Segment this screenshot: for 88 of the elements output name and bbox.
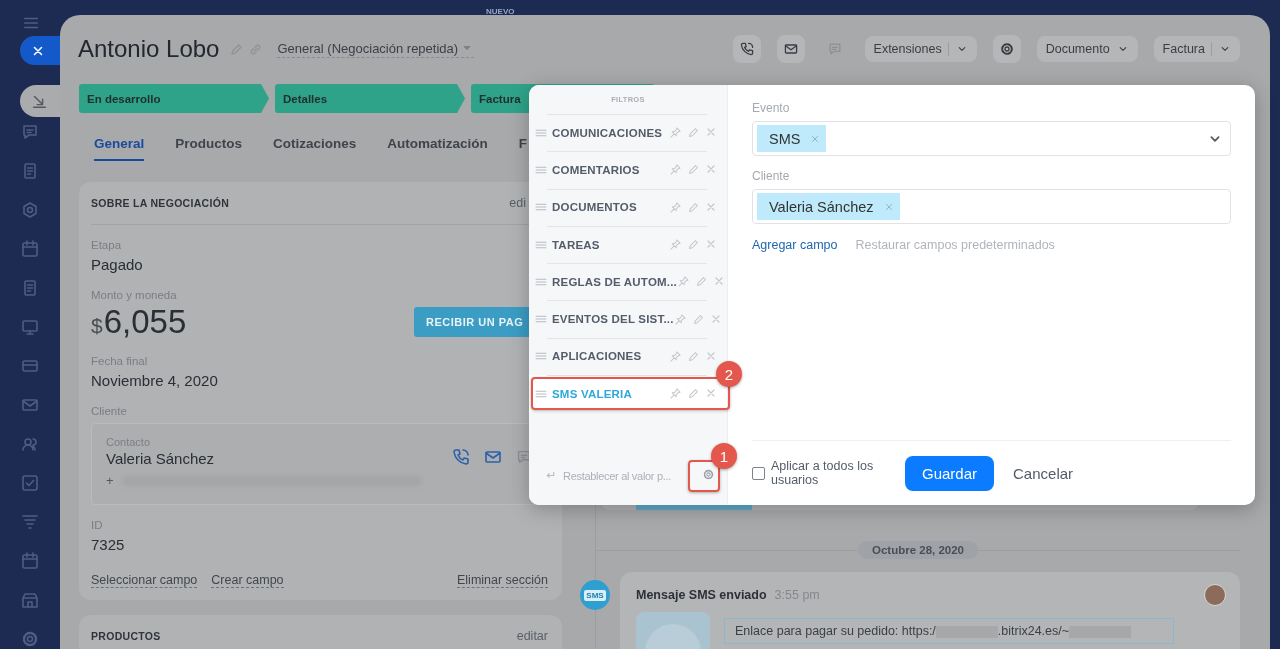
- pencil-icon[interactable]: [687, 200, 700, 214]
- pencil-icon[interactable]: [695, 275, 708, 289]
- filter-preset[interactable]: REGLAS DE AUTOM...: [529, 263, 727, 301]
- pencil-icon[interactable]: [687, 126, 700, 140]
- delete-section-link[interactable]: Eliminar sección: [457, 573, 548, 588]
- pipeline-dropdown[interactable]: General (Negociación repetida): [277, 40, 475, 58]
- settings-icon[interactable]: [702, 468, 715, 481]
- settings-icon[interactable]: [998, 41, 1015, 57]
- phone-icon[interactable]: [451, 446, 471, 467]
- filter-chip[interactable]: Valeria Sánchez: [757, 193, 900, 220]
- checkbox[interactable]: [752, 466, 765, 480]
- pin-icon[interactable]: [669, 200, 682, 214]
- edit-link[interactable]: edi: [509, 196, 526, 210]
- chat-icon[interactable]: [20, 122, 40, 142]
- stage-step[interactable]: En desarrollo: [79, 84, 269, 113]
- contact-name[interactable]: Valeria Sánchez: [106, 450, 215, 467]
- phone-button[interactable]: [732, 35, 761, 63]
- message-text: Enlace para pagar su pedido: https:/ .bitrix24.es/~: [724, 618, 1174, 644]
- pin-icon[interactable]: [673, 312, 687, 326]
- checkbox-label[interactable]: Aplicar a todos los usuarios: [771, 459, 892, 487]
- pencil-icon[interactable]: [687, 387, 700, 401]
- callout-badge: 2: [716, 361, 742, 387]
- pin-icon[interactable]: [669, 349, 682, 363]
- phone-icon[interactable]: [738, 41, 755, 57]
- entry-title: Mensaje SMS enviado: [636, 588, 767, 602]
- collapse-button[interactable]: [20, 85, 60, 117]
- field-link[interactable]: Seleccionar campo: [91, 573, 198, 588]
- store-icon[interactable]: [20, 590, 40, 610]
- sms-icon: SMS: [580, 580, 610, 610]
- remove-icon[interactable]: [883, 201, 894, 212]
- amount-value: 6,055: [103, 303, 187, 341]
- add-field-link[interactable]: Agregar campo: [752, 238, 838, 252]
- pencil-icon[interactable]: [687, 349, 700, 363]
- pencil-icon[interactable]: [691, 312, 705, 326]
- filter-preset[interactable]: COMENTARIOS: [529, 151, 727, 189]
- filter-preset[interactable]: TAREAS: [529, 225, 727, 264]
- section-title: SOBRE LA NEGOCIACIÓN: [91, 197, 230, 209]
- filter-preset[interactable]: DOCUMENTOS: [529, 188, 727, 226]
- filter-chip[interactable]: SMS: [757, 125, 827, 152]
- presentation-icon[interactable]: [20, 317, 40, 337]
- split-button[interactable]: Factura: [1153, 36, 1240, 62]
- tab[interactable]: F: [518, 127, 528, 161]
- tab[interactable]: Cotizaciones: [273, 127, 357, 161]
- calendar-icon[interactable]: [20, 551, 40, 571]
- currency-symbol: $: [91, 314, 103, 338]
- pin-icon[interactable]: [669, 126, 682, 140]
- remove-icon[interactable]: [810, 133, 821, 144]
- field-value: Noviembre 4, 2020: [91, 371, 218, 391]
- avatar: [1204, 584, 1226, 606]
- field-link[interactable]: Crear campo: [211, 573, 284, 588]
- save-button[interactable]: Guardar: [905, 455, 995, 491]
- calendar-icon[interactable]: [20, 239, 40, 259]
- pin-icon[interactable]: [677, 275, 690, 289]
- phone-prefix: +: [106, 473, 114, 488]
- settings-button[interactable]: [992, 35, 1021, 63]
- settings-icon[interactable]: [20, 629, 40, 649]
- new-label: NUEVO: [486, 7, 515, 16]
- field-value: 7325: [91, 535, 125, 555]
- cancel-button[interactable]: Cancelar: [1002, 464, 1085, 482]
- tab[interactable]: General: [94, 127, 145, 161]
- field-label: Evento: [752, 100, 791, 117]
- tab[interactable]: Automatización: [387, 127, 488, 161]
- tab[interactable]: Productos: [175, 127, 243, 161]
- checkbox-icon[interactable]: [20, 473, 40, 493]
- filter-icon[interactable]: [20, 512, 40, 532]
- field-label: Cliente: [752, 168, 791, 185]
- mail-button[interactable]: [776, 35, 805, 63]
- dropdown-button[interactable]: Documento: [1036, 36, 1138, 62]
- pencil-icon[interactable]: [229, 41, 245, 57]
- edit-link[interactable]: editar: [516, 629, 548, 643]
- date-pill: Octubre 28, 2020: [857, 541, 979, 559]
- field-value: Pagado: [91, 255, 143, 275]
- pin-icon[interactable]: [669, 238, 682, 252]
- pencil-icon[interactable]: [687, 238, 700, 252]
- section-title: PRODUCTOS: [91, 630, 161, 642]
- stage-step[interactable]: Detalles: [275, 84, 465, 113]
- close-button[interactable]: [20, 36, 60, 66]
- filter-preset[interactable]: COMUNICACIONES: [529, 114, 727, 152]
- split-button[interactable]: Extensiones: [864, 36, 977, 62]
- hexagon-icon[interactable]: [20, 200, 40, 220]
- input-field[interactable]: Valeria Sánchez: [752, 189, 1231, 224]
- mail-icon[interactable]: [782, 41, 799, 57]
- deal-title: Antonio Lobo: [78, 35, 220, 63]
- pencil-icon[interactable]: [687, 163, 700, 177]
- callout-badge: 1: [711, 443, 737, 469]
- pin-icon[interactable]: [669, 163, 682, 177]
- select-field[interactable]: SMS: [752, 121, 1231, 156]
- pin-icon[interactable]: [669, 387, 682, 401]
